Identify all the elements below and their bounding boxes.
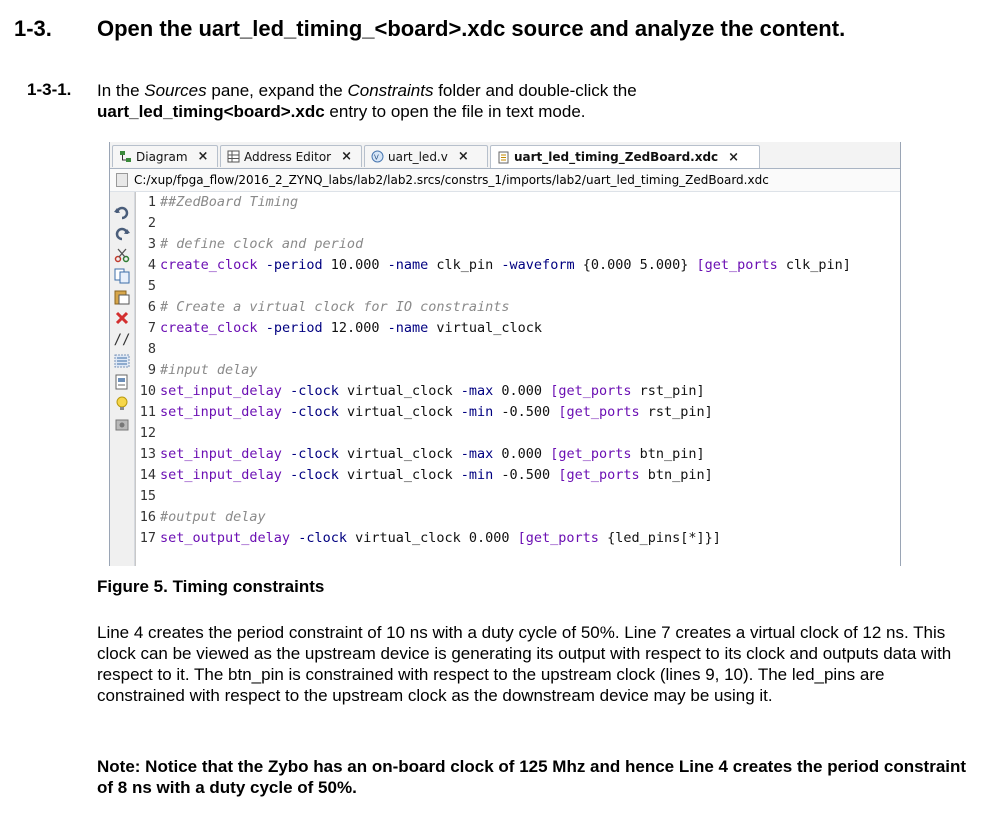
code-line: 11 set_input_delay -clock virtual_clock -… [139,404,713,420]
tab-diagram[interactable]: Diagram × [112,145,218,167]
insert-template-icon[interactable] [114,374,130,390]
address-editor-icon [227,150,240,163]
note-paragraph: Note: Notice that the Zybo has an on-boa… [97,757,967,797]
code-line: 3 # define clock and period [147,236,364,252]
editor-screenshot: Diagram × Address Editor × V uart_led.v … [109,142,901,566]
code-line: 6 # Create a virtual clock for IO constra… [147,299,510,315]
code-line: 4 create_clock -period 10.000 -name clk_p… [147,257,851,273]
code-area[interactable]: 1 ##ZedBoard Timing 2 3 # define clock and… [136,192,900,566]
file-icon [116,173,128,187]
close-icon[interactable]: × [341,149,352,164]
file-path-bar: C:/xup/fpga_flow/2016_2_ZYNQ_labs/lab2/l… [110,169,900,192]
settings-icon[interactable] [114,417,130,433]
delete-icon[interactable] [114,310,130,326]
tab-address-editor[interactable]: Address Editor × [220,145,362,167]
code-line: 12 [139,425,156,441]
code-line: 1 ##ZedBoard Timing [147,194,299,210]
code-line: 9 #input delay [147,362,258,378]
section-number: 1-3. [14,16,52,41]
close-icon[interactable]: × [198,149,209,164]
close-icon[interactable]: × [458,149,469,164]
diagram-icon [119,150,132,163]
undo-icon[interactable] [114,204,130,220]
figure-caption: Figure 5. Timing constraints [97,577,325,596]
code-line: 2 [147,215,156,231]
tab-uart-led-v[interactable]: V uart_led.v × [364,145,488,167]
step-text: In the Sources pane, expand the Constrai… [97,81,637,121]
code-line: 7 create_clock -period 12.000 -name virtu… [147,320,543,336]
code-line: 17 set_output_delay -clock virtual_clock … [139,530,721,546]
code-line: 5 [147,278,156,294]
code-line: 15 [139,488,156,504]
hint-icon[interactable] [114,396,130,412]
block-select-icon[interactable] [114,353,130,369]
code-line: 14 set_input_delay -clock virtual_clock -… [139,467,713,483]
close-icon[interactable]: × [728,150,739,165]
code-line: 8 [147,341,156,357]
paste-icon[interactable] [114,289,130,305]
code-line: 13 set_input_delay -clock virtual_clock -… [139,446,705,462]
xdc-file-icon [497,151,510,164]
body-paragraph: Line 4 creates the period constraint of … [97,623,952,705]
code-line: 10 set_input_delay -clock virtual_clock -… [139,383,705,399]
section-title: Open the uart_led_timing_<board>.xdc sou… [97,16,846,41]
redo-icon[interactable] [114,225,130,241]
svg-text:V: V [374,154,379,162]
editor-toolbar: // [110,192,135,566]
verilog-file-icon: V [371,150,384,163]
editor-tab-bar: Diagram × Address Editor × V uart_led.v … [110,142,900,169]
tab-uart-led-timing-xdc[interactable]: uart_led_timing_ZedBoard.xdc × [490,145,760,168]
code-line: 16 #output delay [139,509,266,525]
comment-icon[interactable]: // [114,332,131,348]
copy-icon[interactable] [114,268,130,284]
step-number: 1-3-1. [27,80,72,99]
cut-icon[interactable] [114,247,130,263]
file-path: C:/xup/fpga_flow/2016_2_ZYNQ_labs/lab2/l… [134,173,769,187]
